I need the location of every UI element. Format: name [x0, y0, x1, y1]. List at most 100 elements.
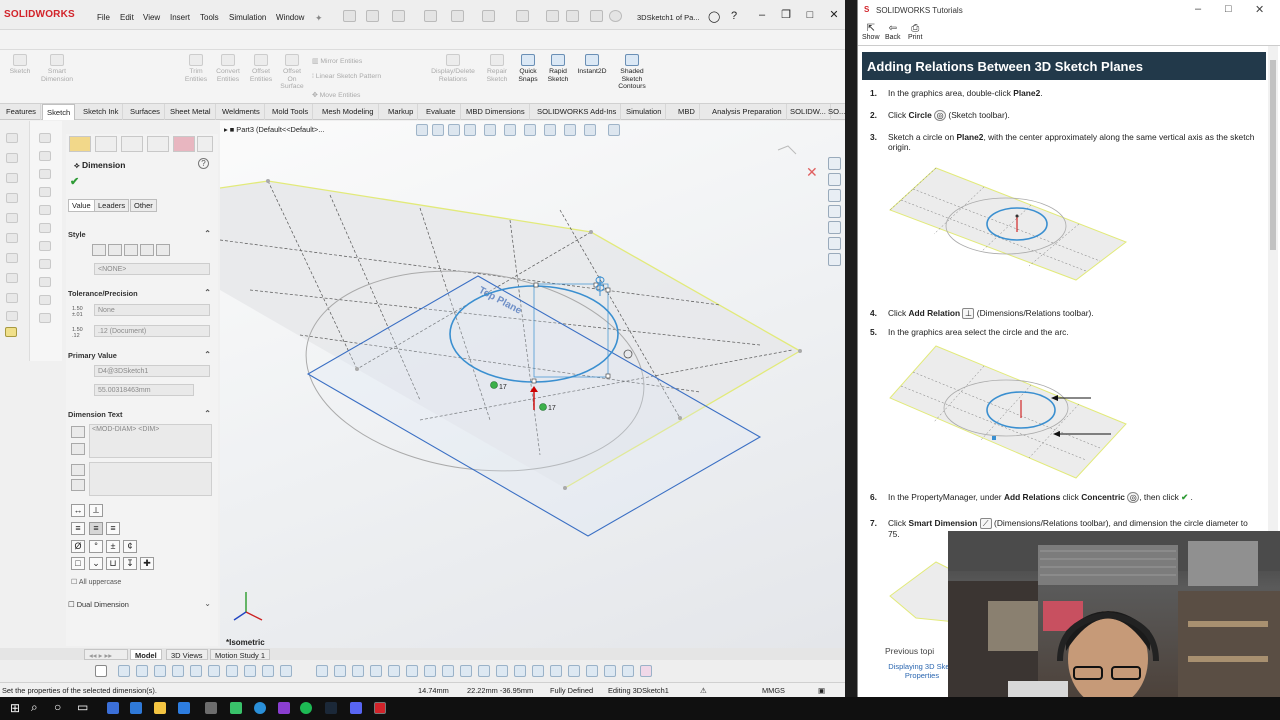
depth-symbol-button[interactable]: ↧	[123, 557, 137, 570]
app-icon-6[interactable]	[230, 702, 242, 714]
dimxpert-tab-icon[interactable]	[147, 136, 169, 152]
edit-appearance-icon[interactable]	[544, 124, 556, 136]
view-orientation-icon[interactable]	[484, 124, 496, 136]
style-add-icon[interactable]	[108, 244, 122, 256]
confirmation-corner[interactable]: ✕	[777, 145, 818, 180]
chamfer-icon[interactable]	[39, 187, 51, 197]
justify-center-icon[interactable]: ≡	[89, 522, 103, 535]
more-tabs-icon[interactable]	[197, 136, 213, 152]
configuration-manager-tab-icon[interactable]	[121, 136, 143, 152]
tab-mold-tools[interactable]: Mold Tools	[268, 104, 314, 120]
tab-weldments[interactable]: Weldments	[218, 104, 265, 120]
filter-8-icon[interactable]	[244, 665, 256, 677]
app-icon-2[interactable]	[130, 702, 142, 714]
tutorial-maximize-button[interactable]: □	[1225, 3, 1232, 15]
copy-icon[interactable]	[39, 295, 51, 305]
tab-simulation[interactable]: Simulation	[622, 104, 667, 120]
tab-mbd-dimensions[interactable]: MBD Dimensions	[462, 104, 530, 120]
filter-4-icon[interactable]	[172, 665, 184, 677]
graphics-area[interactable]: Top Plane 17 17 ✕ ▸ ■ Part3 (Default<<De…	[220, 121, 845, 648]
home-icon[interactable]	[343, 10, 356, 22]
dimension-value-field[interactable]: 55.00318463mm	[94, 384, 194, 396]
quick-snaps-button[interactable]: Quick Snaps	[514, 54, 542, 83]
view-settings-icon[interactable]	[584, 124, 596, 136]
filter-29-icon[interactable]	[640, 665, 652, 677]
tutorial-minimize-button[interactable]: –	[1195, 3, 1201, 15]
tab-model[interactable]: Model	[130, 649, 162, 660]
rebuild-icon[interactable]	[546, 10, 559, 22]
mirror-icon[interactable]	[39, 313, 51, 323]
tab-other[interactable]: Other	[130, 199, 157, 212]
filter-26-icon[interactable]	[586, 665, 598, 677]
offset-text-icon[interactable]	[71, 479, 85, 491]
tab-3d-views[interactable]: 3D Views	[166, 649, 208, 660]
tab-sheet-metal[interactable]: Sheet Metal	[166, 104, 216, 120]
stretch-icon[interactable]	[39, 241, 51, 251]
app-icon-8[interactable]	[278, 702, 290, 714]
display-manager-tab-icon[interactable]	[173, 136, 195, 152]
tab-value[interactable]: Value	[68, 199, 95, 212]
solidworks-logo[interactable]: SOLIDWORKS	[4, 9, 75, 20]
app-icon-1[interactable]	[107, 702, 119, 714]
menu-view[interactable]: View	[143, 13, 160, 22]
smart-dimension-button[interactable]: Smart Dimension	[40, 54, 74, 83]
save-icon[interactable]	[424, 10, 437, 22]
square-symbol-button[interactable]: □	[71, 557, 85, 570]
sw-resources-icon[interactable]	[828, 157, 841, 170]
filter-17-icon[interactable]	[424, 665, 436, 677]
tutorial-close-button[interactable]: ✕	[1255, 3, 1264, 16]
line-tool-icon[interactable]	[6, 133, 18, 143]
design-library-icon[interactable]	[828, 189, 841, 202]
show-button[interactable]: ⇱ Show	[862, 23, 880, 41]
move-entities-button[interactable]: ✥ Move Entities	[312, 91, 360, 99]
filter-15-icon[interactable]	[388, 665, 400, 677]
trim-entities-button[interactable]: Trim Entities	[182, 54, 210, 83]
filter-14-icon[interactable]	[370, 665, 382, 677]
zoom-area-icon[interactable]	[432, 124, 444, 136]
dimension-text-bottom-field[interactable]	[89, 462, 212, 496]
new-doc-icon[interactable]	[366, 10, 379, 22]
instant2d-button[interactable]: Instant2D	[574, 54, 610, 76]
filter-11-icon[interactable]	[316, 665, 328, 677]
hide-show-icon[interactable]	[524, 124, 536, 136]
cortana-icon[interactable]: ○	[54, 700, 61, 714]
convert-entities-button[interactable]: Convert Entities	[212, 54, 244, 83]
tab-features[interactable]: Features	[2, 104, 41, 120]
search-icon[interactable]: ⌕	[31, 700, 38, 715]
dimension-text-section-header[interactable]: Dimension Text ⌃	[68, 409, 216, 419]
file-props-icon[interactable]	[566, 10, 579, 22]
tab-mesh-modeling[interactable]: Mesh Modeling	[318, 104, 379, 120]
sketch-button[interactable]: Sketch	[6, 54, 34, 76]
solidworks-taskbar-icon[interactable]	[374, 702, 386, 714]
display-style-icon[interactable]	[504, 124, 516, 136]
filter-2-icon[interactable]	[136, 665, 148, 677]
select-icon[interactable]	[516, 10, 529, 22]
rapid-sketch-button[interactable]: Rapid Sketch	[544, 54, 572, 83]
filter-22-icon[interactable]	[514, 665, 526, 677]
dimension-name-field[interactable]: D4@3DSketch1	[94, 365, 210, 377]
spline-tool-icon[interactable]	[6, 253, 18, 263]
restore-button[interactable]: ❐	[776, 8, 796, 22]
center-dimension-icon[interactable]	[71, 443, 85, 455]
filter-23-icon[interactable]	[532, 665, 544, 677]
select-pointer-icon[interactable]	[95, 665, 107, 677]
arrow-angle-icon[interactable]: ⟂	[89, 504, 103, 517]
centerline-icon[interactable]	[39, 133, 51, 143]
tab-motion-study[interactable]: Motion Study 1	[210, 649, 271, 660]
diameter-symbol-button[interactable]: Ø	[71, 540, 85, 553]
custom-properties-icon[interactable]	[828, 253, 841, 266]
menu-file[interactable]: File	[97, 13, 110, 22]
rotate-icon[interactable]	[39, 277, 51, 287]
display-delete-relations-button[interactable]: Display/Delete Relations	[426, 54, 480, 83]
style-select[interactable]: <NONE>	[94, 263, 210, 275]
linear-pattern-button[interactable]: ⁞ Linear Sketch Pattern	[312, 73, 381, 80]
file-explorer-icon[interactable]	[154, 702, 166, 714]
options-gear-icon[interactable]	[609, 10, 622, 22]
view-palette-icon[interactable]	[828, 221, 841, 234]
home-pane-icon[interactable]	[828, 173, 841, 186]
cancel-x-icon[interactable]: ✕	[806, 164, 818, 180]
windows-start-icon[interactable]: ⊞	[10, 701, 20, 715]
style-load-icon[interactable]	[156, 244, 170, 256]
discord-icon[interactable]	[350, 702, 362, 714]
ok-check-icon[interactable]: ✔	[70, 175, 79, 188]
